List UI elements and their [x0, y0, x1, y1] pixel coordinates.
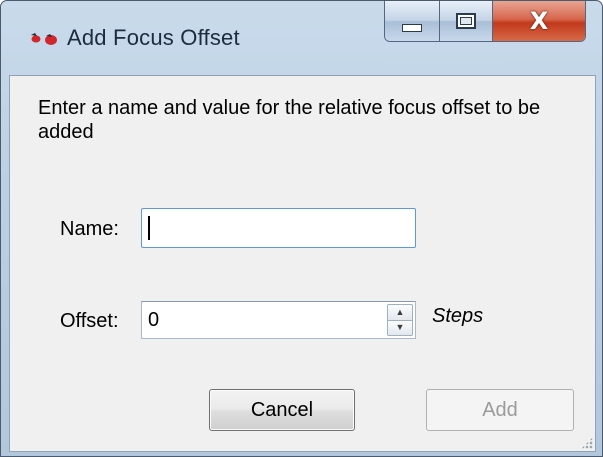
offset-numeric-input[interactable]: 0 ▲ ▼ — [141, 301, 416, 339]
spinner-down-icon: ▼ — [395, 322, 405, 333]
window-title: Add Focus Offset — [67, 25, 240, 50]
name-input[interactable] — [141, 208, 416, 248]
instruction-text: Enter a name and value for the relative … — [38, 97, 541, 143]
cancel-button[interactable]: Cancel — [209, 389, 355, 431]
spinner-up-button[interactable]: ▲ — [387, 304, 413, 320]
close-button[interactable]: X — [493, 1, 585, 41]
text-caret — [148, 216, 150, 240]
maximize-icon — [456, 13, 476, 29]
spinner-up-icon: ▲ — [395, 306, 405, 317]
offset-spinner: ▲ ▼ — [387, 304, 413, 336]
caption-buttons: X — [384, 1, 586, 42]
focus-offset-app-icon — [31, 33, 57, 45]
name-label: Name: — [60, 218, 119, 240]
minimize-button[interactable] — [385, 1, 440, 41]
offset-label: Offset: — [60, 310, 119, 332]
offset-units-label: Steps — [432, 305, 484, 327]
spinner-down-button[interactable]: ▼ — [387, 319, 413, 336]
minimize-icon — [402, 24, 422, 32]
close-icon: X — [529, 7, 549, 35]
maximize-button[interactable] — [440, 1, 493, 41]
title-bar[interactable]: Add Focus Offset X — [1, 1, 602, 75]
add-button[interactable]: Add — [426, 389, 574, 431]
offset-value: 0 — [148, 309, 160, 331]
